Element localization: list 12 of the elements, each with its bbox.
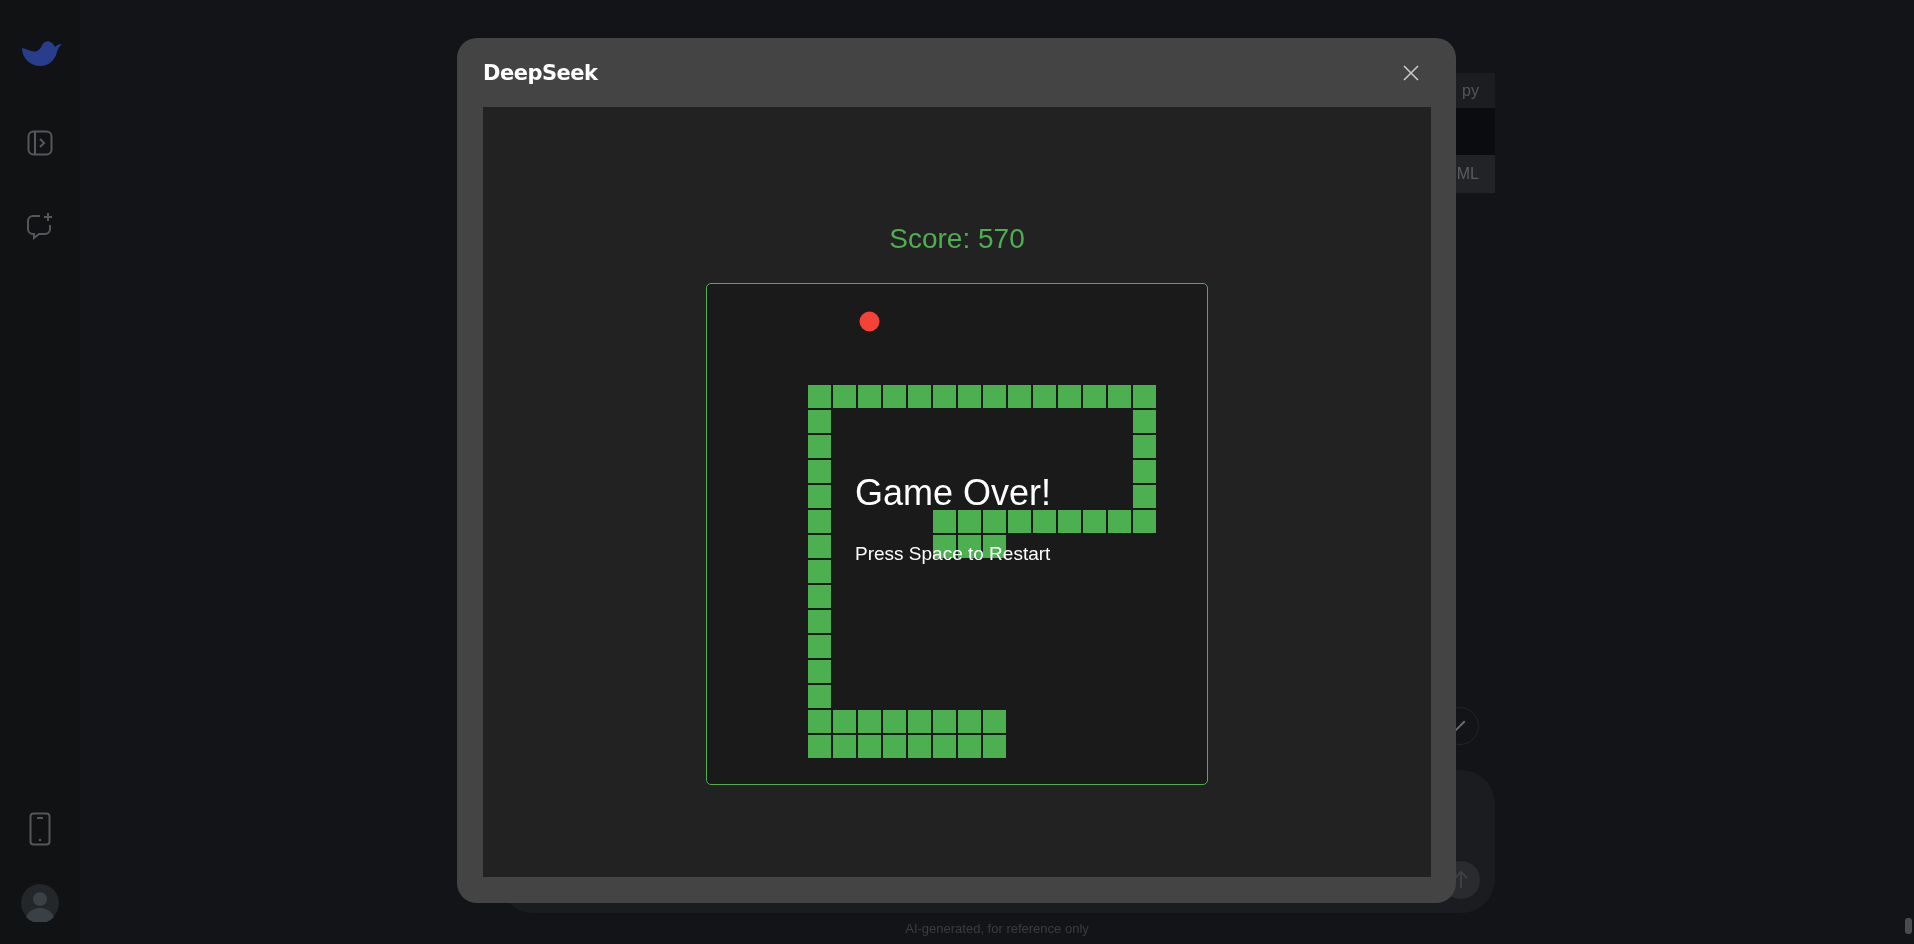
avatar[interactable]: [21, 884, 59, 922]
scrollbar-thumb[interactable]: [1905, 918, 1912, 934]
copy-button[interactable]: py: [1462, 81, 1479, 100]
score-text: Score: 570: [889, 223, 1025, 255]
phone-icon[interactable]: [29, 812, 51, 846]
game-over-text: Game Over!: [855, 472, 1052, 514]
run-button[interactable]: ML: [1456, 165, 1479, 183]
close-icon[interactable]: [1403, 64, 1419, 81]
food-dot: [859, 311, 880, 332]
dialog-title: DeepSeek: [483, 60, 598, 85]
sidebar-toggle-icon[interactable]: [27, 130, 53, 156]
new-chat-icon[interactable]: [26, 212, 54, 240]
